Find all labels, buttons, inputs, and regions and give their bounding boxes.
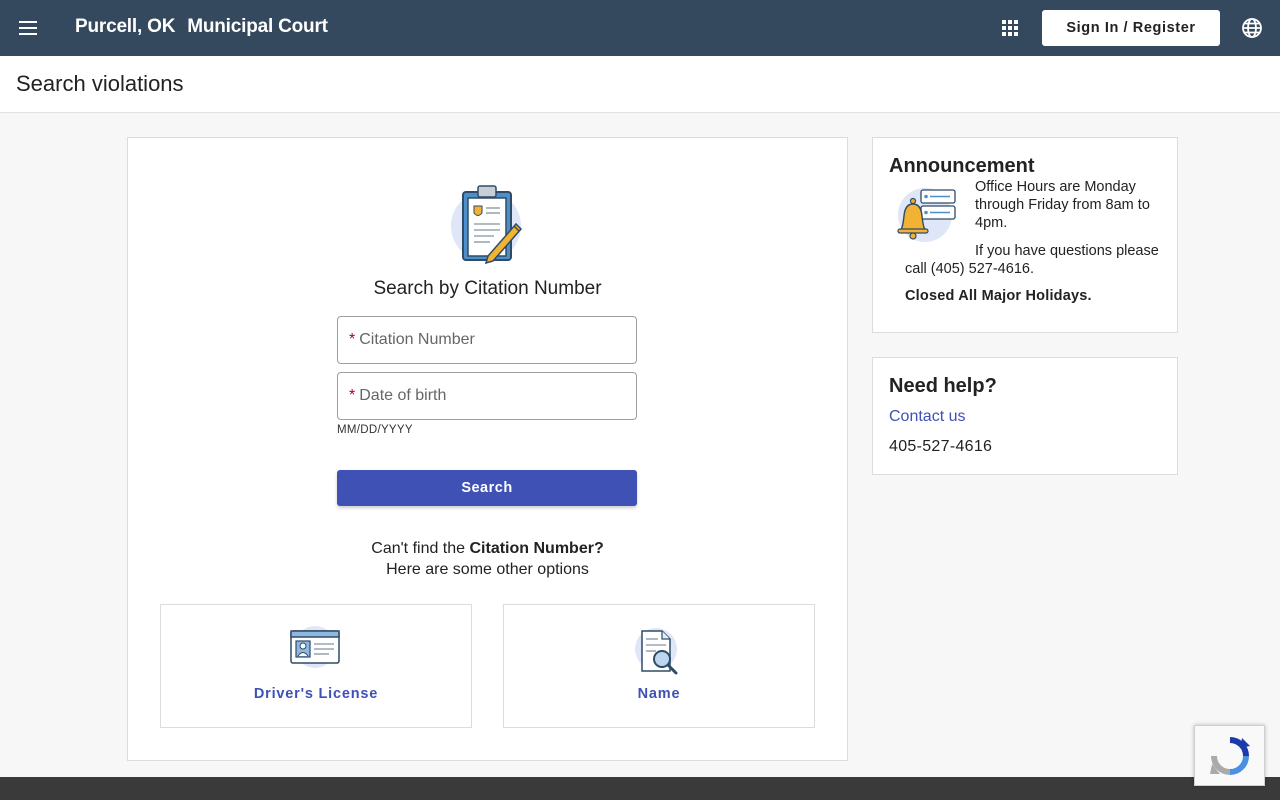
sign-in-register-button[interactable]: Sign In / Register (1042, 10, 1220, 46)
page-header: Search violations (0, 56, 1280, 113)
help-card: Need help? Contact us 405-527-4616 (872, 357, 1178, 475)
required-marker: * (349, 331, 356, 348)
other-options-text: Can't find the Citation Number? Here are… (128, 538, 847, 580)
help-title: Need help? (889, 375, 997, 397)
recaptcha-icon (1210, 737, 1250, 775)
menu-icon[interactable] (12, 12, 44, 44)
holidays-text: Closed All Major Holidays. (905, 288, 1092, 304)
other-options-line: Here are some other options (386, 561, 589, 578)
globe-icon[interactable] (1240, 16, 1264, 40)
bell-notification-icon (897, 188, 956, 242)
contact-us-link[interactable]: Contact us (889, 408, 965, 426)
name-option[interactable]: Name (503, 604, 815, 728)
court-name: Municipal Court (187, 16, 328, 37)
top-app-bar: Purcell, OK Municipal Court Sign In / Reg… (0, 0, 1280, 56)
citation-number-placeholder: Citation Number (359, 331, 475, 348)
cant-find-bold: Citation Number? (469, 540, 604, 557)
search-button[interactable]: Search (337, 470, 637, 506)
drivers-license-label: Driver's License (253, 686, 379, 702)
required-marker: * (349, 387, 356, 404)
questions-text: If you have questions please call (405) … (905, 243, 1159, 277)
app-brand[interactable]: Purcell, OK Municipal Court (75, 16, 328, 38)
announcement-title: Announcement (889, 155, 1035, 177)
clipboard-icon (451, 185, 523, 264)
id-card-icon (290, 626, 340, 668)
drivers-license-option[interactable]: Driver's License (160, 604, 472, 728)
cant-find-prefix: Can't find the (371, 540, 470, 557)
apps-grid-icon[interactable] (998, 16, 1022, 40)
citation-number-input[interactable]: * Citation Number (337, 316, 637, 364)
help-phone-number: 405-527-4616 (889, 438, 993, 455)
date-of-birth-placeholder: Date of birth (359, 387, 447, 404)
announcement-card: Announcement Office Hours are Monday thr… (872, 137, 1178, 333)
page-title: Search violations (16, 71, 184, 96)
city-name: Purcell, OK (75, 16, 176, 37)
office-hours-text: Office Hours are Monday through Friday f… (975, 179, 1150, 231)
date-of-birth-input[interactable]: * Date of birth (337, 372, 637, 420)
name-label: Name (637, 686, 681, 702)
document-search-icon (635, 628, 678, 675)
search-heading: Search by Citation Number (373, 278, 602, 299)
footer (0, 777, 1280, 800)
date-format-hint: MM/DD/YYYY (337, 424, 413, 436)
recaptcha-badge[interactable] (1194, 725, 1265, 786)
citation-search-card: Search by Citation Number * Citation Num… (127, 137, 848, 761)
